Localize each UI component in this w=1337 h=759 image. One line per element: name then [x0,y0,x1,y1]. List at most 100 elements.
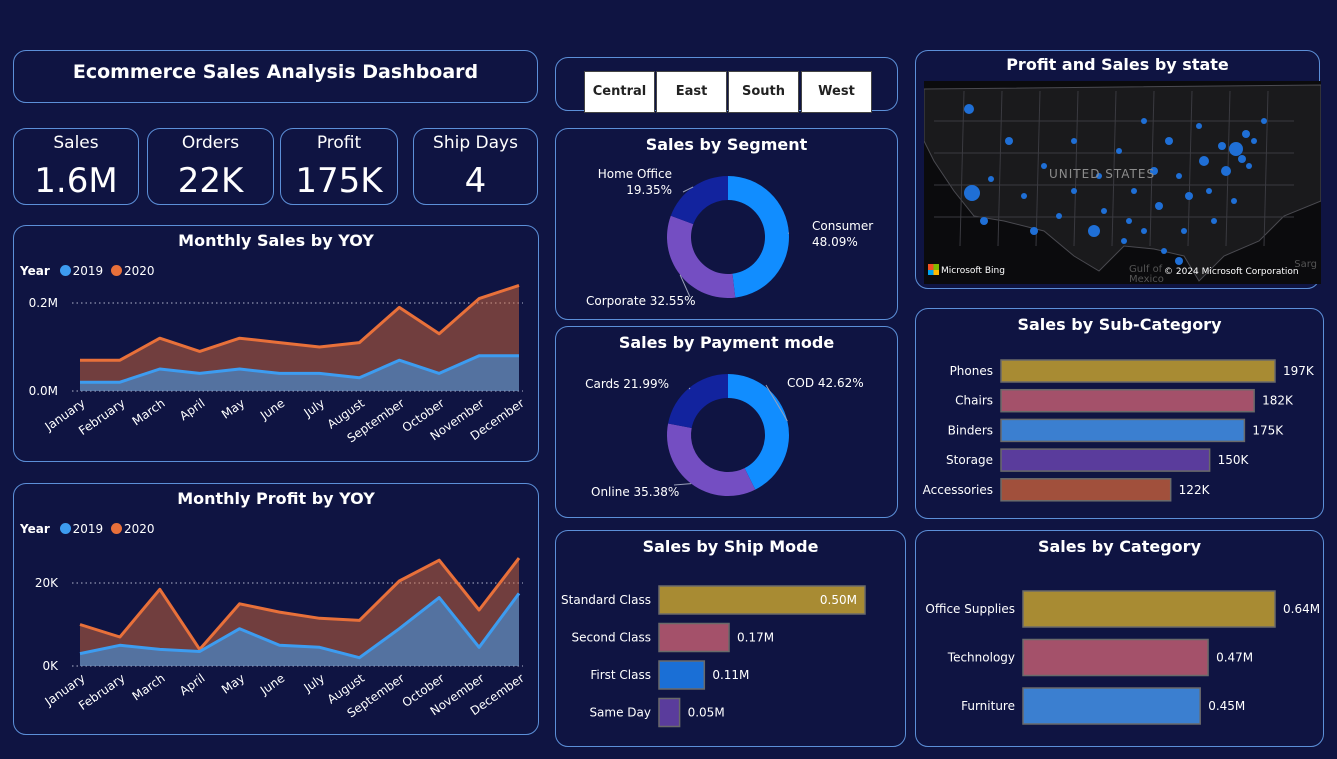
state-bubble [1088,225,1100,237]
state-bubble [1221,166,1231,176]
us-map[interactable]: UNITED STATES Gulf of Mexico Sarg Micros… [924,81,1321,284]
x-tick-label: March [130,396,168,428]
value-label: 0.45M [1208,699,1245,713]
state-bubble [1126,218,1132,224]
kpi-label: Ship Days [433,133,518,153]
category-label: Binders [948,423,993,437]
state-bubble [1238,155,1246,163]
value-label: 122K [1179,483,1211,497]
state-bubble [1005,137,1013,145]
kpi-value: 4 [464,161,487,201]
kpi-label: Profit [316,133,362,153]
monthly-profit-chart: 0K20KJanuaryFebruary March April May June Jul… [35,557,527,721]
kpi-card-orders: Orders 22K [147,128,274,205]
kpi-value: 175K [295,161,383,201]
us-land-shape [924,84,1321,282]
state-bubble [1196,123,1202,129]
bar-second-class [658,622,730,653]
kpi-card-profit: Profit 175K [280,128,398,205]
value-label: 0.17M [737,631,774,645]
state-bubble [1141,228,1147,234]
x-tick-label: July [301,396,328,420]
category-label: Second Class [571,631,651,645]
category-label: Storage [946,453,993,467]
value-label: 0.64M [1283,602,1320,616]
state-bubble [1181,228,1187,234]
state-bubble [1246,163,1252,169]
bar-technology [1022,638,1209,677]
state-bubble [1206,188,1212,194]
map-copyright: © 2024 Microsoft Corporation [1164,267,1299,277]
value-label: 0.50M [820,593,857,607]
state-bubble [1141,118,1147,124]
state-bubble [1229,142,1243,156]
state-bubble [1041,163,1047,169]
donut-slice-online [667,423,756,496]
state-bubble [1131,188,1137,194]
x-tick-label: March [130,671,168,703]
state-bubble [1121,238,1127,244]
category-label: Same Day [589,706,651,720]
kpi-value: 22K [177,161,244,201]
state-bubble [1218,142,1226,150]
slicer-button-west[interactable]: West [801,71,872,113]
donut-slice-corporate [667,215,736,298]
bar-binders [1000,418,1246,443]
bar-furniture [1022,687,1201,725]
y-tick-label: 0.2M [29,296,58,310]
leader-line [688,387,691,390]
donut-data-label: Consumer [812,219,873,233]
map-bing-label: Microsoft Bing [941,266,1005,276]
value-label: 150K [1218,453,1250,467]
x-tick-label: May [219,396,247,422]
value-label: 0.11M [712,668,749,682]
state-bubble [1071,188,1077,194]
kpi-label: Orders [181,133,240,153]
donut-data-label: Corporate 32.55% [586,294,696,308]
slicer-button-east[interactable]: East [656,71,727,113]
category-bar-chart: Office Supplies 0.64M Technology 0.47M Furni… [925,590,1320,725]
ship-mode-card: Sales by Ship Mode Standard Class 0.50M Se… [555,530,906,747]
y-tick-label: 0.0M [29,384,58,398]
category-label: Standard Class [561,593,651,607]
state-bubble [1056,213,1062,219]
donut-data-label: Cards 21.99% [585,377,669,391]
state-bubble [1175,257,1183,265]
x-tick-label: April [177,671,208,698]
kpi-card-ship-days: Ship Days 4 [413,128,538,205]
slicer-button-central[interactable]: Central [584,71,655,113]
microsoft-logo-icon [928,264,939,275]
y-tick-label: 0K [42,659,59,673]
donut-data-label: Home Office [598,167,672,181]
value-label: 175K [1252,423,1284,437]
donut-slice-consumer [728,176,789,298]
value-label: 0.05M [688,706,725,720]
category-label: First Class [590,668,651,682]
category-card: Sales by Category Office Supplies 0.64M Te… [915,530,1324,747]
payment-donut-chart: COD 42.62% Online 35.38% Cards 21.99% [585,374,864,499]
bar-chairs [1000,388,1255,413]
state-bubble [980,217,988,225]
bar-phones [1000,359,1276,383]
state-bubble [1231,198,1237,204]
donut-slice-cards [668,374,728,429]
segment-card: Sales by Segment Consumer 48.09% Corporate… [555,128,898,320]
monthly-sales-card: Monthly Sales by YOY Year 2019 2020 0.0M… [13,225,539,462]
monthly-sales-chart: 0.0M0.2MJanuaryFebruary March April May June… [29,283,527,446]
segment-donut-chart: Consumer 48.09% Corporate 32.55% Home Offic… [586,167,873,308]
monthly-profit-card: Monthly Profit by YOY Year 2019 2020 0K 2… [13,483,539,735]
bar-accessories [1000,478,1172,502]
value-label: 197K [1283,364,1315,378]
donut-data-label: COD 42.62% [787,376,864,390]
state-map-card: Profit and Sales by state UNITED STATES … [915,50,1321,289]
ship-mode-bar-chart: Standard Class 0.50M Second Class 0.17M Firs… [561,585,866,728]
state-bubble [1155,202,1163,210]
category-label: Office Supplies [925,602,1015,616]
category-label: Technology [947,651,1015,665]
kpi-card-sales: Sales 1.6M [13,128,139,205]
value-label: 0.47M [1216,651,1253,665]
x-tick-label: June [257,396,287,423]
slicer-button-south[interactable]: South [728,71,799,113]
map-bubbles [924,84,1321,282]
kpi-value: 1.6M [34,161,118,201]
